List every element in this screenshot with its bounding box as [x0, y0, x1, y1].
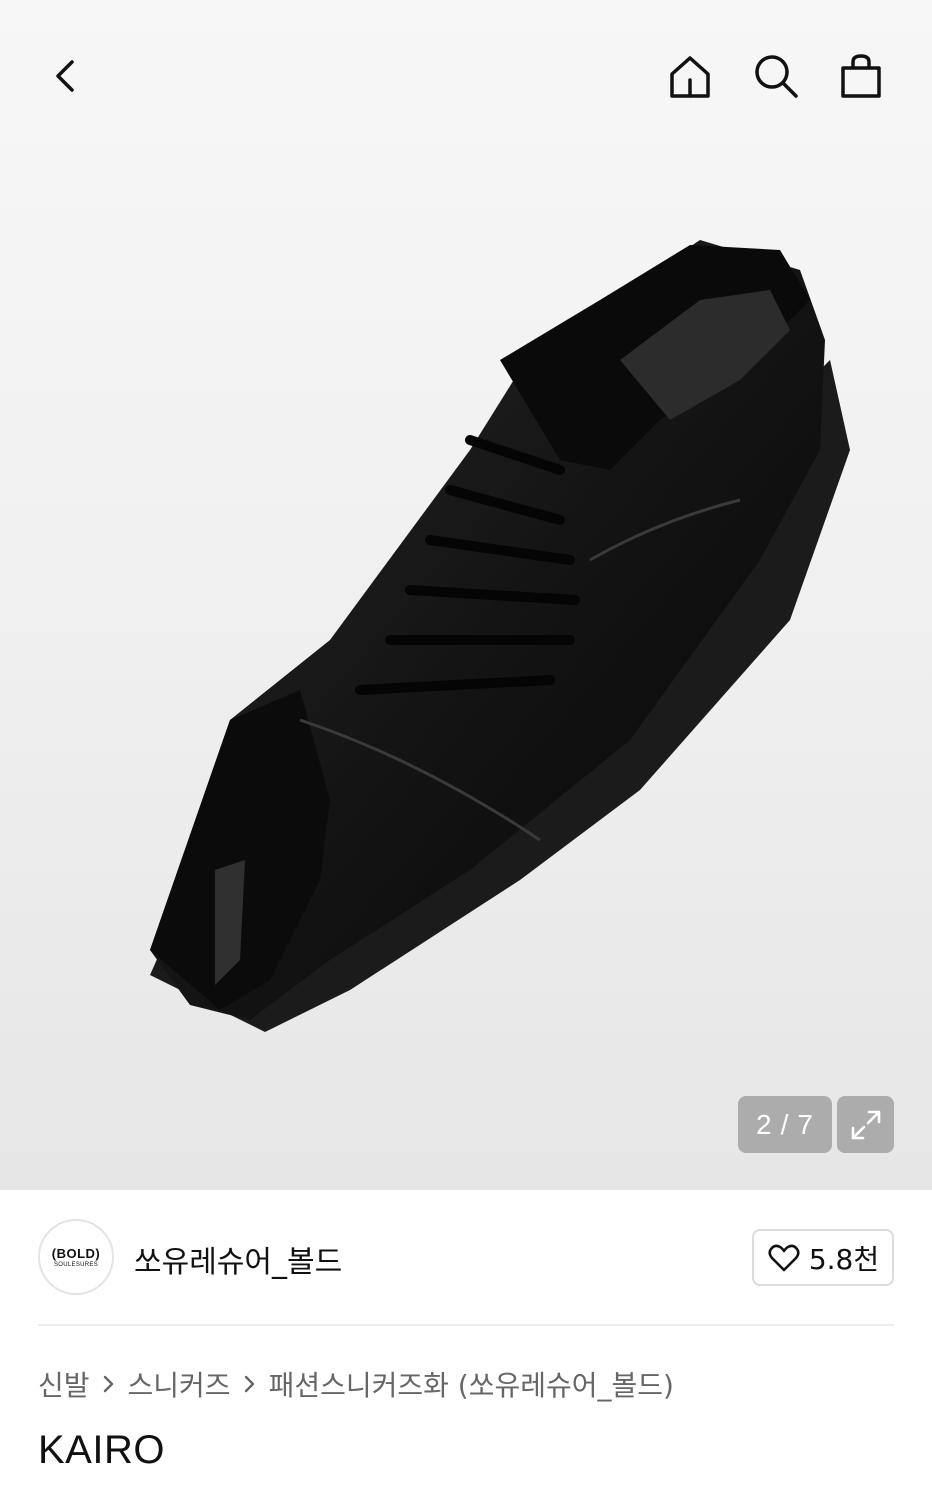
product-title: KAIRO	[38, 1428, 165, 1472]
divider	[38, 1324, 894, 1326]
brand-name-link[interactable]: 쏘유레슈어_볼드	[134, 1237, 342, 1281]
like-button[interactable]: 5.8천	[752, 1229, 894, 1286]
chevron-right-icon	[231, 1374, 269, 1394]
shopping-bag-icon	[841, 54, 881, 98]
brand-logo[interactable]: (BOLD) SOULESURES	[38, 1219, 114, 1295]
brand-logo-subtext: SOULESURES	[53, 1262, 98, 1268]
search-button[interactable]	[744, 44, 808, 108]
image-counter-separator: /	[780, 1108, 790, 1140]
image-counter: 2 / 7	[738, 1096, 832, 1153]
cart-button[interactable]	[829, 44, 893, 108]
home-button[interactable]	[658, 44, 722, 108]
breadcrumb-item-sneakers[interactable]: 스니커즈	[128, 1364, 231, 1404]
home-icon	[670, 56, 710, 98]
back-button[interactable]	[36, 44, 100, 108]
breadcrumb-item-shoes[interactable]: 신발	[38, 1364, 90, 1404]
top-navigation-bar	[0, 0, 932, 150]
search-icon	[755, 55, 798, 98]
heart-icon	[768, 1244, 800, 1271]
breadcrumb: 신발 스니커즈 패션스니커즈화 (쏘유레슈어_볼드)	[38, 1364, 674, 1404]
image-counter-current: 2	[756, 1108, 773, 1140]
expand-icon	[851, 1110, 880, 1139]
breadcrumb-item-fashion-sneakers[interactable]: 패션스니커즈화 (쏘유레슈어_볼드)	[269, 1364, 674, 1404]
product-image-shoe	[150, 240, 850, 1032]
chevron-left-icon	[56, 60, 74, 92]
product-image-gallery[interactable]: 2 / 7	[0, 0, 932, 1190]
image-counter-total: 7	[797, 1108, 814, 1140]
brand-row: (BOLD) SOULESURES 쏘유레슈어_볼드 5.8천	[38, 1219, 894, 1295]
like-count: 5.8천	[808, 1242, 880, 1276]
expand-image-button[interactable]	[837, 1096, 894, 1153]
chevron-right-icon	[90, 1374, 128, 1394]
brand-logo-text: (BOLD)	[51, 1246, 101, 1261]
